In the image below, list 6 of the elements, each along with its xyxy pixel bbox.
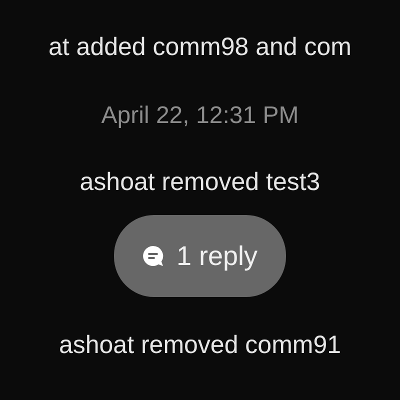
event-message: at added comm98 and com bbox=[48, 33, 352, 62]
replies-button[interactable]: 1 reply bbox=[114, 215, 286, 297]
timestamp: April 22, 12:31 PM bbox=[101, 102, 299, 130]
event-message: ashoat removed comm91 bbox=[58, 331, 342, 360]
chat-bubble-icon bbox=[142, 245, 164, 267]
event-message: ashoat removed test3 bbox=[80, 168, 320, 197]
